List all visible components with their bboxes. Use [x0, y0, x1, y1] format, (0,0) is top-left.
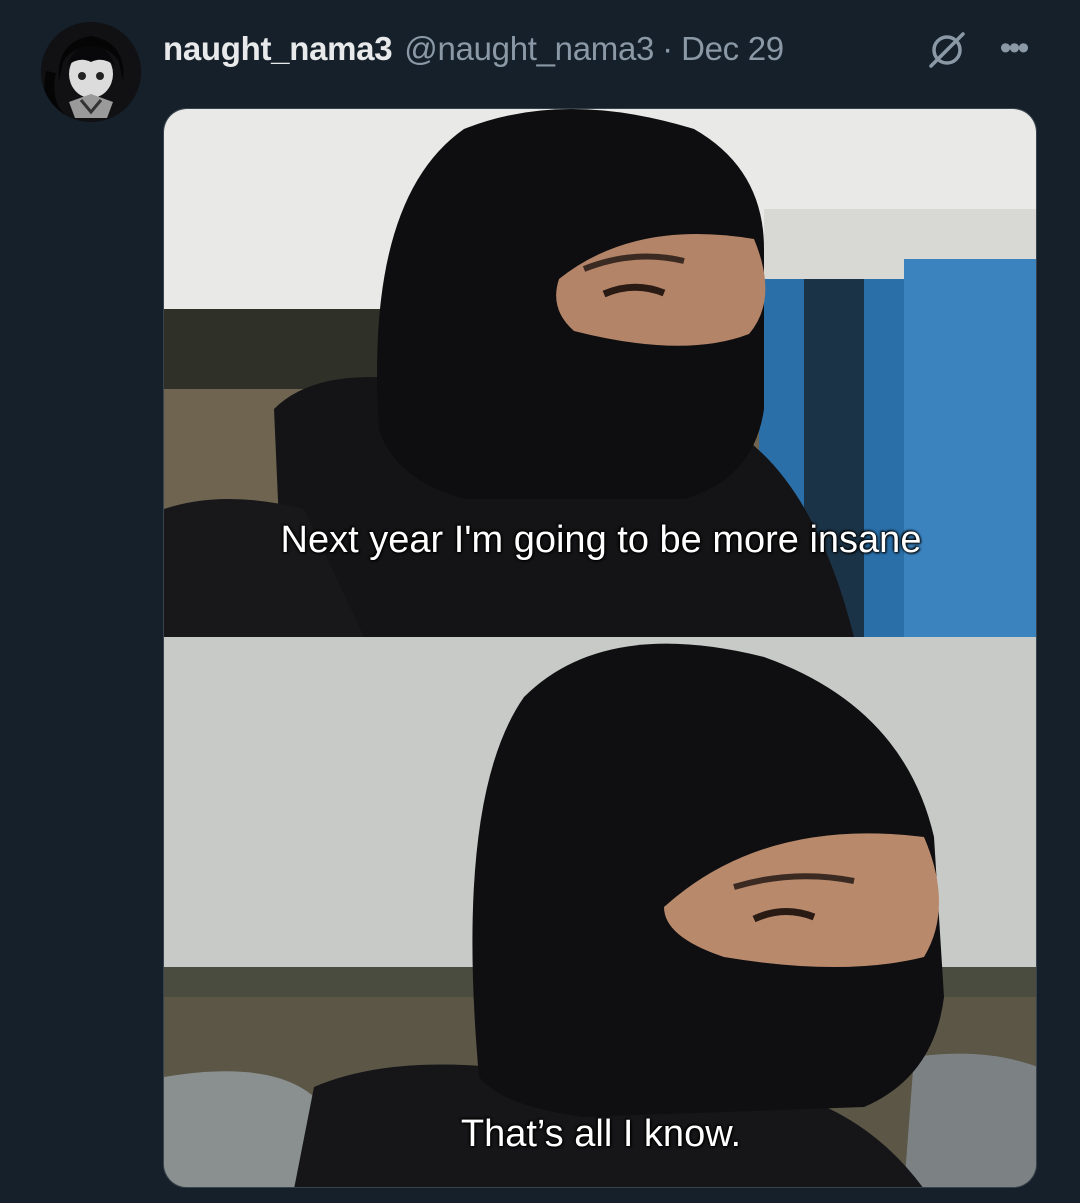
tweet-header: naught_nama3 @naught_nama3 · Dec 29 [163, 26, 1050, 72]
user-avatar[interactable] [41, 22, 141, 122]
meme-top-panel: Next year I'm going to be more insane [164, 109, 1036, 637]
meme-bottom-caption: That’s all I know. [460, 1113, 742, 1155]
more-dots-icon: ••• [999, 29, 1030, 67]
header-separator: · [662, 30, 674, 67]
display-name[interactable]: naught_nama3 [163, 30, 393, 68]
slashed-circle-icon[interactable] [925, 28, 969, 72]
tweet-date[interactable]: Dec 29 [681, 30, 784, 68]
meme-bottom-image [164, 637, 1036, 1187]
more-options-button[interactable]: ••• [990, 30, 1036, 66]
avatar-image [41, 22, 141, 122]
tweet-media[interactable]: Next year I'm going to be more insane Th… [163, 108, 1037, 1188]
meme-top-caption: Next year I'm going to be more insane [280, 519, 922, 561]
user-handle[interactable]: @naught_nama3 [404, 30, 654, 68]
meme-bottom-panel: That’s all I know. [164, 637, 1036, 1187]
